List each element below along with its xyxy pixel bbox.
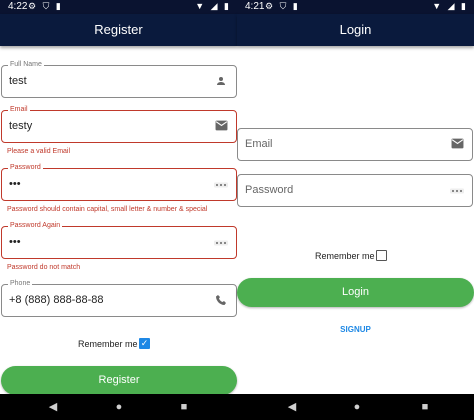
phone-value: +8 (888) 888-88-88	[9, 294, 104, 306]
register-button[interactable]: Register	[1, 366, 237, 395]
email-value: testy	[9, 120, 33, 132]
status-bar-left: 4:22 ⚙ ⛉ ▮ ▼ ◢ ▮	[0, 0, 237, 14]
phone-icon	[214, 294, 228, 308]
home-icon[interactable]: ●	[112, 400, 126, 414]
email-field[interactable]: Email testy	[1, 106, 237, 143]
status-icons-left: ⚙ ⛉ ▮	[28, 1, 63, 11]
status-time: 4:21	[245, 1, 265, 12]
phone-field[interactable]: Phone +8 (888) 888-88-88	[1, 280, 237, 317]
login-button-label: Login	[342, 286, 369, 298]
status-time: 4:22	[8, 1, 28, 12]
login-email-placeholder: Email	[245, 138, 273, 150]
login-remember-me-label: Remember me	[315, 251, 375, 261]
password-again-field[interactable]: Password Again •••	[1, 222, 237, 259]
email-label: Email	[8, 106, 30, 114]
login-password-field[interactable]: Password	[237, 174, 473, 207]
login-remember-me-checkbox[interactable]	[376, 250, 387, 261]
login-password-placeholder: Password	[245, 184, 294, 196]
signup-link[interactable]: SIGNUP	[237, 325, 474, 334]
status-icons-right: ▼ ◢ ▮	[195, 1, 231, 11]
full-name-field[interactable]: Full Name test	[1, 61, 237, 98]
login-button[interactable]: Login	[237, 278, 474, 307]
password-error: Password should contain capital, small l…	[7, 206, 208, 213]
password-dots-icon[interactable]	[214, 178, 228, 192]
password-value: •••	[9, 178, 21, 190]
status-bar-right: 4:21 ⚙ ⛉ ▮ ▼ ◢ ▮	[237, 0, 474, 14]
email-error: Please a valid Email	[7, 148, 71, 155]
back-icon[interactable]: ◀	[46, 400, 60, 414]
password-dots-icon[interactable]	[450, 184, 464, 198]
mail-icon	[450, 138, 464, 152]
full-name-value: test	[9, 75, 27, 87]
page-title: Register	[94, 22, 143, 37]
person-icon	[214, 75, 228, 89]
password-field[interactable]: Password •••	[1, 164, 237, 201]
app-bar-register: Register	[0, 14, 237, 46]
login-email-field[interactable]: Email	[237, 128, 473, 161]
register-button-label: Register	[98, 374, 140, 386]
status-icons-left: ⚙ ⛉ ▮	[265, 1, 300, 11]
phone-label: Phone	[8, 280, 33, 288]
remember-me-checkbox[interactable]: ✓	[139, 338, 150, 349]
password-again-label: Password Again	[8, 222, 63, 230]
password-again-value: •••	[9, 236, 21, 248]
page-title: Login	[339, 22, 372, 37]
full-name-label: Full Name	[8, 61, 44, 69]
status-icons-right: ▼ ◢ ▮	[432, 1, 468, 11]
remember-me-label: Remember me	[78, 339, 138, 349]
password-label: Password	[8, 164, 43, 172]
app-bar-login: Login	[237, 14, 474, 46]
android-nav-bar: ◀ ● ■ ◀ ● ■	[0, 394, 474, 420]
back-icon[interactable]: ◀	[285, 400, 299, 414]
password-again-error: Password do not match	[7, 264, 81, 271]
recents-icon[interactable]: ■	[177, 400, 191, 414]
recents-icon[interactable]: ■	[418, 400, 432, 414]
password-dots-icon[interactable]	[214, 236, 228, 250]
mail-icon	[214, 120, 228, 134]
home-icon[interactable]: ●	[350, 400, 364, 414]
